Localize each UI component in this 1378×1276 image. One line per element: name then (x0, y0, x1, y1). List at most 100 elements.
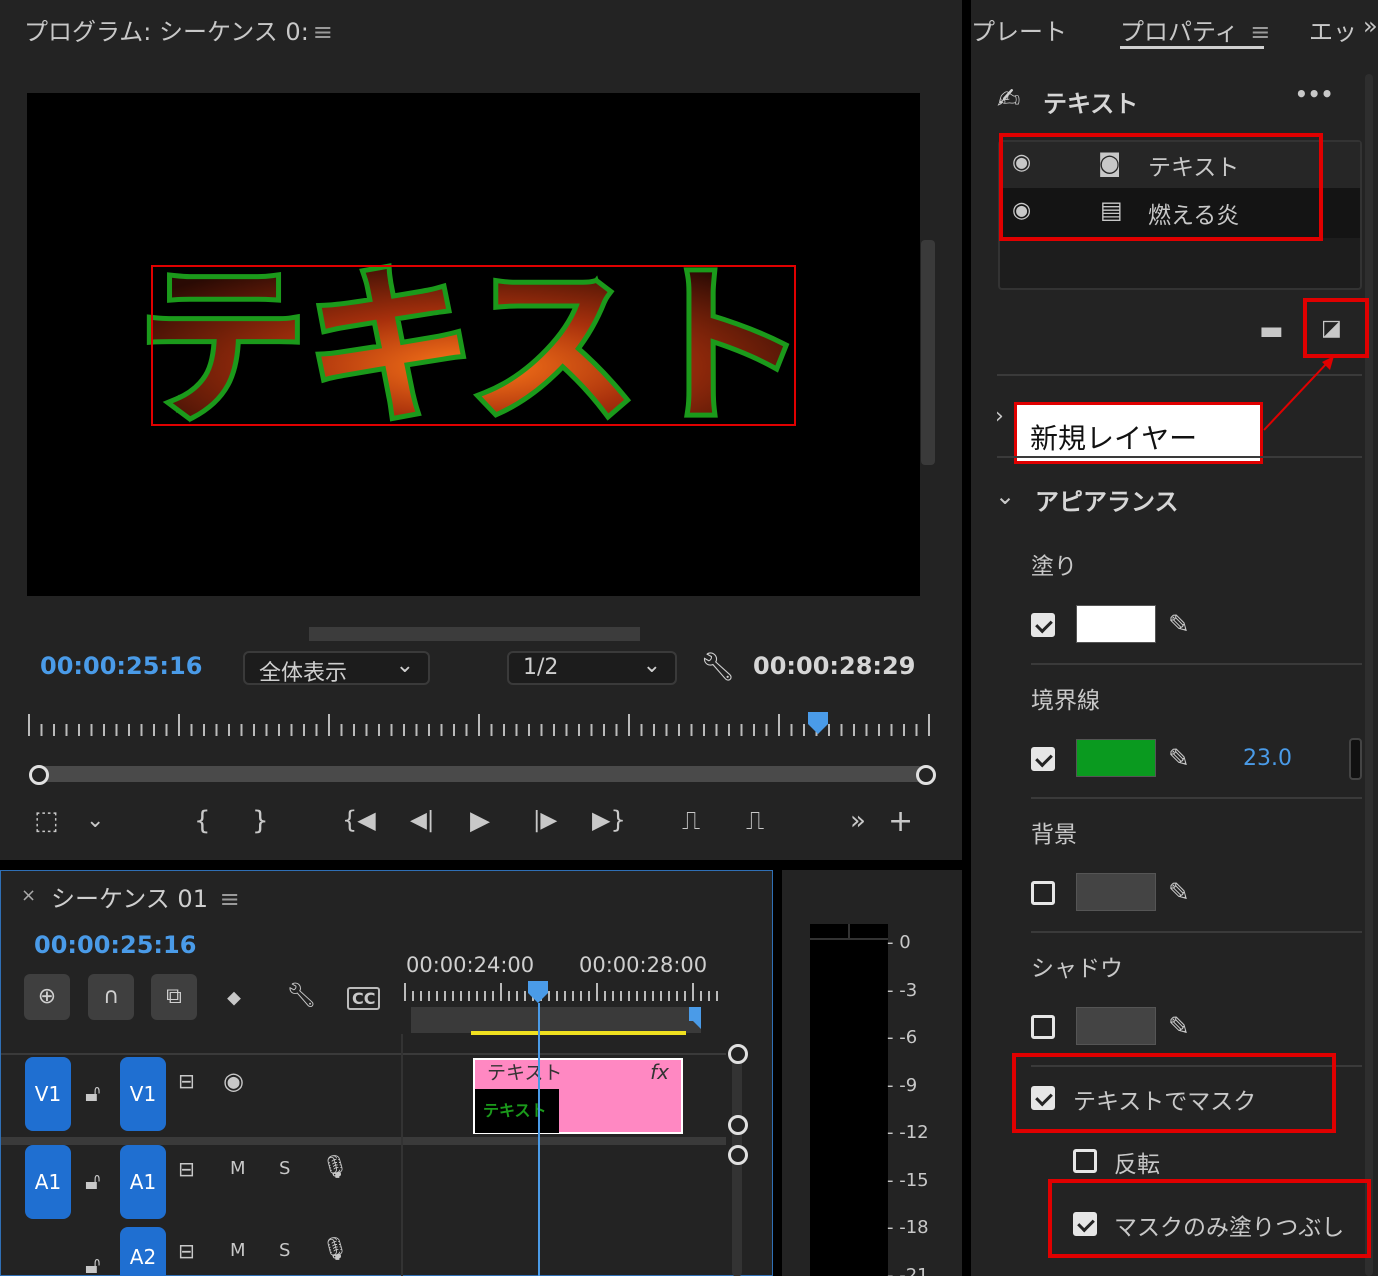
sequence-timecode[interactable]: 00:00:25:16 (34, 931, 196, 959)
eyedropper-icon[interactable]: ✎ (1168, 1012, 1190, 1042)
stroke-options-dropdown[interactable] (1349, 738, 1362, 780)
lock-icon[interactable]: 🔓︎ (85, 1167, 101, 1195)
more-controls-icon[interactable]: » (850, 806, 866, 836)
solo-button[interactable]: S (279, 1240, 290, 1261)
timeline-ruler[interactable] (401, 981, 731, 1041)
tab-properties-label: プロパティ (1120, 18, 1239, 46)
mark-in-icon[interactable]: { (194, 806, 211, 836)
sync-lock-icon[interactable]: ⊟ (178, 1069, 195, 1093)
track-a1-source[interactable]: A1 (25, 1145, 71, 1219)
stroke-checkbox[interactable] (1031, 747, 1055, 771)
zoom-bar-start-handle[interactable] (29, 765, 49, 785)
zoom-handle[interactable] (728, 1145, 748, 1165)
extract-icon[interactable]: ⎍ (746, 806, 764, 837)
play-icon[interactable]: ▶ (470, 806, 490, 836)
more-options-icon[interactable]: ••• (1295, 82, 1333, 106)
horizontal-scrollbar[interactable] (309, 627, 640, 641)
divider (1, 1137, 726, 1145)
zoom-handle[interactable] (728, 1115, 748, 1135)
zoom-bar-end-handle[interactable] (916, 765, 936, 785)
playhead-line[interactable] (538, 1003, 540, 1276)
divider (1, 1053, 726, 1055)
go-to-out-icon[interactable]: ▶} (592, 806, 626, 834)
tabs-overflow-icon[interactable]: » (1363, 12, 1378, 40)
object-title: テキスト (1043, 90, 1139, 118)
current-timecode[interactable]: 00:00:25:16 (40, 652, 202, 680)
properties-scrollbar[interactable] (1365, 74, 1373, 1276)
vertical-scrollbar[interactable] (921, 240, 935, 465)
appearance-header[interactable]: アピアランス (1035, 482, 1179, 517)
db-label: - -3 (887, 979, 918, 1001)
program-time-ruler[interactable] (27, 712, 937, 740)
timeline-clip[interactable]: テキスト fx テキスト (473, 1058, 683, 1134)
annotation-arrow (1263, 356, 1334, 431)
db-label: - 0 (887, 932, 911, 953)
microphone-icon[interactable]: 🎙︎ (321, 1155, 349, 1180)
linked-selection-icon[interactable]: ⧉ (151, 974, 197, 1020)
chevron-right-icon[interactable]: › (995, 404, 1004, 429)
shadow-checkbox[interactable] (1031, 1015, 1055, 1039)
db-label: - -15 (887, 1169, 929, 1191)
track-a1-target[interactable]: A1 (120, 1145, 166, 1219)
zoom-dropdown[interactable]: 全体表示 ⌄ (243, 651, 430, 686)
eyedropper-icon[interactable]: ✎ (1168, 744, 1190, 774)
program-monitor-title[interactable]: プログラム: シーケンス 0: ≡ (24, 12, 333, 47)
marker-icon[interactable]: ⬥ (227, 985, 241, 1009)
background-label: 背景 (1031, 822, 1077, 848)
tab-properties[interactable]: プロパティ ≡ (1120, 12, 1270, 47)
stroke-width-value[interactable]: 23.0 (1243, 746, 1292, 771)
track-v1-target[interactable]: V1 (120, 1057, 166, 1131)
captions-icon[interactable]: CC (347, 987, 381, 1010)
invert-checkbox[interactable] (1073, 1149, 1097, 1173)
tab-essential-graphics[interactable]: プレート (971, 12, 1067, 47)
zoom-dropdown-value: 全体表示 (259, 661, 348, 686)
safe-margins-icon[interactable]: ⬚ (34, 806, 59, 836)
snap-icon[interactable]: ∩ (88, 974, 134, 1020)
background-color-swatch[interactable] (1076, 873, 1156, 911)
chevron-down-icon[interactable]: ⌄ (86, 808, 104, 833)
chevron-down-icon[interactable]: ⌄ (995, 482, 1015, 510)
step-forward-icon[interactable]: |▶ (533, 808, 557, 833)
fill-checkbox[interactable] (1031, 613, 1055, 637)
insert-overwrite-icon[interactable]: ⊕ (24, 974, 70, 1020)
sync-lock-icon[interactable]: ⊟ (178, 1157, 195, 1181)
resolution-dropdown[interactable]: 1/2 ⌄ (507, 651, 677, 685)
stroke-color-swatch[interactable] (1076, 739, 1156, 777)
video-preview[interactable]: テキスト (27, 93, 920, 596)
track-v1-source[interactable]: V1 (25, 1057, 71, 1131)
shadow-color-swatch[interactable] (1076, 1007, 1156, 1045)
panel-menu-icon[interactable]: ≡ (313, 18, 333, 46)
panel-menu-icon[interactable]: ≡ (220, 885, 240, 913)
video-text: テキスト (139, 249, 806, 445)
mute-button[interactable]: M (230, 1158, 246, 1179)
program-title-text: プログラム: シーケンス 0: (24, 18, 309, 46)
tab-effects[interactable]: エッ (1309, 12, 1357, 47)
eye-icon[interactable]: ◉ (223, 1067, 244, 1095)
panel-menu-icon[interactable]: ≡ (1250, 18, 1270, 46)
go-to-in-icon[interactable]: {◀ (342, 806, 376, 834)
step-back-icon[interactable]: ◀| (410, 808, 434, 833)
wrench-icon[interactable]: 🔧︎ (700, 650, 736, 683)
eyedropper-icon[interactable]: ✎ (1168, 878, 1190, 908)
solo-button[interactable]: S (279, 1158, 290, 1179)
ruler-label-2: 00:00:28:00 (579, 953, 708, 977)
add-button-icon[interactable]: + (888, 804, 913, 839)
wrench-icon[interactable]: 🔧︎ (286, 981, 316, 1009)
eyedropper-icon[interactable]: ✎ (1168, 610, 1190, 640)
sync-lock-icon[interactable]: ⊟ (178, 1239, 195, 1263)
lock-icon[interactable]: 🔓︎ (85, 1079, 101, 1107)
sequence-tab[interactable]: シーケンス 01 ≡ (51, 879, 240, 914)
microphone-icon[interactable]: 🎙︎ (321, 1237, 349, 1262)
fill-color-swatch[interactable] (1076, 605, 1156, 643)
background-checkbox[interactable] (1031, 881, 1055, 905)
lock-icon[interactable]: 🔓︎ (85, 1251, 101, 1276)
mark-out-icon[interactable]: } (252, 806, 269, 836)
playback-zoom-bar[interactable] (38, 766, 926, 782)
track-a2-target[interactable]: A2 (120, 1227, 166, 1276)
close-icon[interactable]: × (21, 885, 36, 906)
folder-icon[interactable]: ▬ (1259, 316, 1284, 346)
mute-button[interactable]: M (230, 1240, 246, 1261)
lift-icon[interactable]: ⎍ (682, 806, 700, 837)
playhead-marker (808, 712, 828, 734)
zoom-handle[interactable] (728, 1044, 748, 1064)
